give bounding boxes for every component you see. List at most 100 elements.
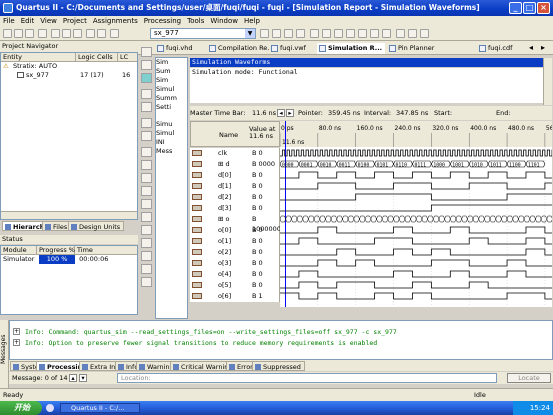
menu-file[interactable]: File (0, 17, 18, 25)
taskbar-quartus-item[interactable]: Quartus II - C:/... (60, 403, 140, 413)
navigator-horizontal-scrollbar[interactable] (1, 211, 137, 219)
report-tree-item[interactable]: INI (156, 138, 187, 147)
pins-icon[interactable] (296, 29, 305, 38)
tab-prev-icon[interactable]: ◂ (526, 43, 536, 53)
signal-row[interactable]: o[6] B 1 (190, 291, 280, 301)
overwrite-clock-icon[interactable] (141, 238, 152, 248)
previous-message-icon[interactable]: ▴ (69, 374, 77, 382)
report-tree-item[interactable]: Simu (156, 120, 187, 129)
close-button[interactable]: × (537, 2, 550, 14)
signal-row[interactable]: d[3] B 0 (190, 203, 280, 213)
open-file-icon[interactable] (14, 29, 23, 38)
forcing-high-icon[interactable] (141, 173, 152, 183)
random-values-icon[interactable] (141, 264, 152, 274)
waveform-display[interactable]: 0 ps 80.0 ns 160.0 ns 240.0 ns 320.0 ns 400.0… (280, 121, 552, 307)
menu-help[interactable]: Help (241, 17, 263, 25)
signal-row[interactable]: o[1] B 0 (190, 236, 280, 246)
start-button[interactable]: 开始 (0, 401, 42, 415)
locate-button[interactable]: Locate (507, 373, 551, 383)
col-time[interactable]: Time (75, 246, 103, 255)
tab-suppressed[interactable]: Suppressed (252, 361, 305, 371)
signal-row[interactable]: d[0] B 0 (190, 170, 280, 180)
report-icon[interactable] (382, 29, 391, 38)
timing-icon[interactable] (346, 29, 355, 38)
project-icon[interactable] (272, 29, 281, 38)
report-vertical-scrollbar[interactable] (543, 58, 552, 105)
location-input[interactable]: Location: (117, 373, 497, 383)
uninitialized-icon[interactable] (141, 147, 152, 157)
tab-fuqi-vwf[interactable]: fuqi.vwf (269, 43, 315, 54)
select-tool-icon[interactable] (141, 47, 152, 57)
signal-row[interactable]: ⊞ oB 1000000 (190, 214, 281, 233)
signal-row[interactable]: ⊞ d B 0000 (190, 159, 280, 169)
signal-row[interactable]: o[3] B 0 (190, 258, 280, 268)
tab-compilation-report[interactable]: Compilation Re... (207, 43, 274, 54)
tab-pin-planner[interactable]: Pin Planner (387, 43, 445, 54)
signal-row[interactable]: clk B 0 (190, 148, 280, 158)
menu-view[interactable]: View (37, 17, 60, 25)
signal-row[interactable]: o[2] B 0 (190, 247, 280, 257)
programmer-icon[interactable] (408, 29, 417, 38)
signal-row[interactable]: o[4] B 0 (190, 269, 280, 279)
stop-icon[interactable] (310, 29, 319, 38)
count-value-icon[interactable] (141, 225, 152, 235)
save-icon[interactable] (25, 29, 34, 38)
next-message-icon[interactable]: ▾ (79, 374, 87, 382)
fitter-icon[interactable] (358, 29, 367, 38)
arbitrary-value-icon[interactable] (141, 251, 152, 261)
report-tree-item[interactable]: Sim (156, 58, 187, 67)
report-tree-item[interactable]: Simul (156, 85, 187, 94)
entity-combo[interactable]: sx_977 ▼ (150, 28, 256, 39)
tab-next-icon[interactable]: ▸ (538, 43, 548, 53)
replace-icon[interactable] (141, 131, 152, 141)
menu-processing[interactable]: Processing (141, 17, 184, 25)
menu-window[interactable]: Window (207, 17, 241, 25)
col-module[interactable]: Module (1, 246, 37, 255)
find-icon[interactable] (141, 118, 152, 128)
navigator-row-device[interactable]: ⚠ Stratix: AUTO (1, 62, 137, 71)
menu-edit[interactable]: Edit (18, 17, 38, 25)
minimize-button[interactable]: _ (509, 2, 522, 14)
master-time-bar-value[interactable]: 11.6 ns (252, 106, 276, 120)
waveform-svg[interactable]: 0 ps 80.0 ns 160.0 ns 240.0 ns 320.0 ns 400.0… (280, 121, 552, 307)
simulate-icon[interactable] (370, 29, 379, 38)
tab-fuqi-cdf[interactable]: fuqi.cdf (477, 43, 523, 54)
expand-icon[interactable]: + (13, 328, 20, 335)
weak-unknown-icon[interactable] (141, 199, 152, 209)
high-impedance-icon[interactable] (141, 186, 152, 196)
navigator-row-entity[interactable]: sx_977 17 (17) 16 (1, 71, 137, 80)
signal-row[interactable]: o[0] B 0 (190, 225, 280, 235)
help-icon[interactable] (110, 29, 119, 38)
report-tree-item[interactable]: Mess (156, 147, 187, 156)
cut-icon[interactable] (51, 29, 60, 38)
chip-icon[interactable] (284, 29, 293, 38)
next-transition-icon[interactable]: ▸ (286, 109, 294, 117)
rtl-viewer-icon[interactable] (396, 29, 405, 38)
menu-tools[interactable]: Tools (184, 17, 207, 25)
fullscreen-icon[interactable] (141, 102, 152, 112)
col-lc[interactable]: LC (118, 53, 136, 62)
tab-simulation-report[interactable]: Simulation R... (317, 43, 385, 54)
col-progress[interactable]: Progress % (37, 246, 75, 255)
invert-icon[interactable] (141, 212, 152, 222)
report-tree-item[interactable]: Setti (156, 103, 187, 112)
tab-design-units[interactable]: Design Units (68, 221, 125, 231)
paste-icon[interactable] (73, 29, 82, 38)
tab-files[interactable]: Files (42, 221, 72, 231)
message-line[interactable]: Info: Command: quartus_sim --read_settin… (25, 328, 397, 336)
sort-icon[interactable] (141, 277, 152, 287)
chip-planner-icon[interactable] (420, 29, 429, 38)
text-tool-icon[interactable] (141, 60, 152, 70)
message-line[interactable]: Info: Option to preserve fewer signal tr… (25, 339, 377, 347)
menu-project[interactable]: Project (60, 17, 90, 25)
expand-icon[interactable]: + (13, 339, 20, 346)
waveform-editing-tool-icon[interactable] (141, 73, 152, 83)
settings-icon[interactable] (260, 29, 269, 38)
undo-icon[interactable] (86, 29, 95, 38)
chevron-down-icon[interactable]: ▼ (245, 29, 255, 38)
compile-icon[interactable] (322, 29, 331, 38)
signal-row[interactable]: d[1] B 0 (190, 181, 280, 191)
copy-icon[interactable] (62, 29, 71, 38)
zoom-tool-icon[interactable] (141, 89, 152, 99)
new-file-icon[interactable] (3, 29, 12, 38)
